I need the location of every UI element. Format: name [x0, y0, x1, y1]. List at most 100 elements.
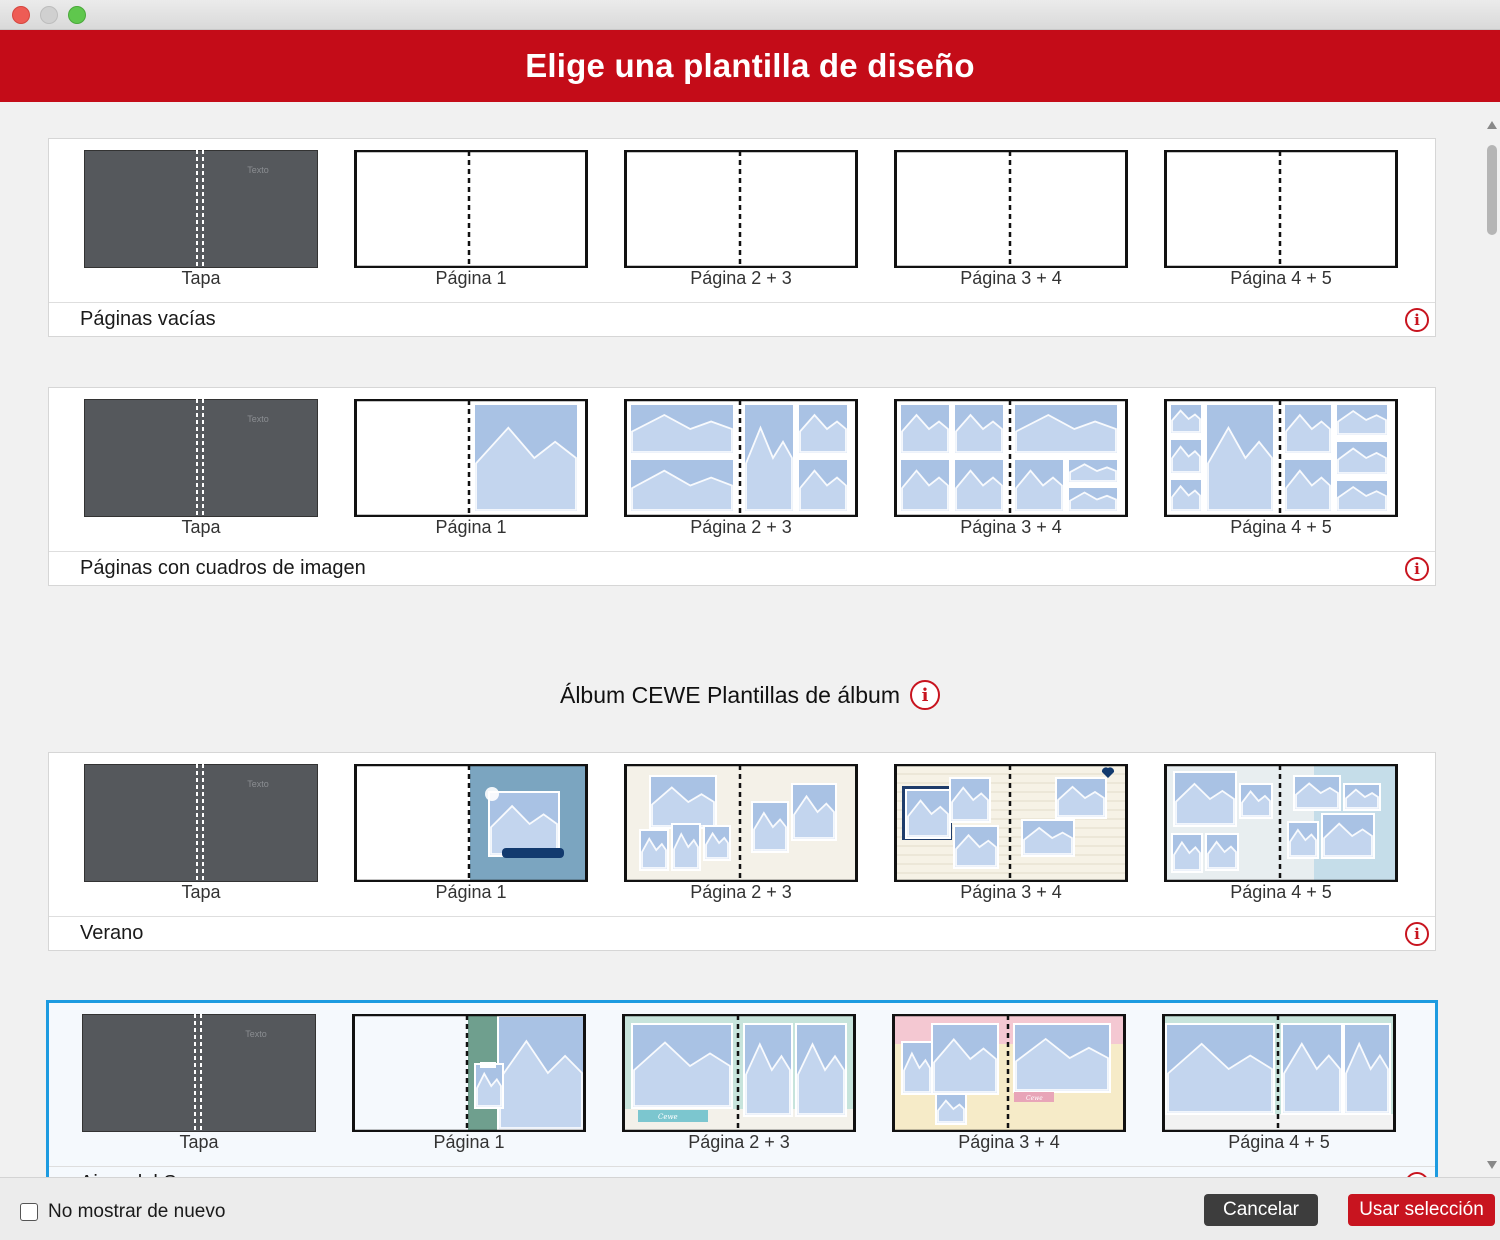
- vertical-scrollbar[interactable]: [1484, 115, 1500, 1175]
- photo-placeholder: [631, 1023, 733, 1109]
- scroll-thumb[interactable]: [1487, 145, 1497, 235]
- page-thumbnail: [624, 399, 858, 517]
- photo-placeholder: [1281, 1023, 1343, 1115]
- photo-placeholder: [1287, 821, 1319, 859]
- minimize-window-button[interactable]: [40, 6, 58, 24]
- photo-placeholder: [1013, 458, 1065, 513]
- photo-placeholder: [1013, 403, 1119, 455]
- info-icon[interactable]: i: [1405, 557, 1429, 581]
- page-thumbnail: [354, 150, 588, 268]
- template-name: Verano: [80, 922, 144, 944]
- scroll-down-arrow-icon[interactable]: [1487, 1161, 1497, 1169]
- page-thumbnail: [1164, 764, 1398, 882]
- dont-show-again-label[interactable]: No mostrar de nuevo: [48, 1201, 225, 1223]
- sticker-text: Cewe: [658, 1113, 678, 1121]
- template-card-footer: Verano i: [49, 916, 1435, 950]
- thumbnail-label: Página 1: [435, 517, 507, 537]
- thumbnail-label: Tapa: [181, 882, 221, 902]
- photo-placeholder: [1205, 833, 1239, 871]
- cover-thumbnail: Texto: [82, 1014, 316, 1132]
- cover-text-placeholder: Texto: [247, 414, 269, 424]
- dialog-title: Elige una plantilla de diseño: [525, 47, 975, 84]
- template-name: Páginas con cuadros de imagen: [80, 557, 366, 579]
- info-icon[interactable]: i: [910, 680, 941, 710]
- thumbnail-label: Tapa: [181, 517, 221, 537]
- photo-placeholder: [953, 403, 1005, 455]
- page-thumbnail: Cewe: [622, 1014, 856, 1132]
- template-card-footer: Páginas con cuadros de imagen i: [49, 551, 1435, 585]
- thumbnail-label: Página 3 + 4: [958, 1132, 1060, 1152]
- photo-placeholder: [497, 1015, 585, 1131]
- photo-placeholder: [1293, 775, 1341, 811]
- photo-placeholder: [1335, 440, 1389, 476]
- page-thumbnail: [894, 150, 1128, 268]
- thumbnail-label: Página 2 + 3: [690, 882, 792, 902]
- photo-placeholder: [473, 403, 579, 513]
- photo-placeholder: [649, 775, 717, 829]
- thumbnail-label: Página 4 + 5: [1230, 517, 1332, 537]
- photo-placeholder: [1283, 458, 1333, 513]
- photo-placeholder: [901, 1041, 933, 1095]
- page-thumbnail: [624, 150, 858, 268]
- photo-placeholder: [1343, 783, 1381, 811]
- template-card-frames[interactable]: Texto Tapa Página 1 Página 2 + 3 Página 3 + …: [48, 387, 1436, 586]
- thumbnail-label: Página 2 + 3: [690, 517, 792, 537]
- photo-placeholder: [1343, 1023, 1391, 1115]
- thumbnail-label: Tapa: [181, 268, 221, 288]
- photo-placeholder: [1021, 819, 1075, 857]
- photo-placeholder: [1283, 403, 1333, 455]
- photo-placeholder: [953, 458, 1005, 513]
- page-thumbnail: [894, 399, 1128, 517]
- sticker-text: Cewe: [1026, 1095, 1043, 1102]
- photo-placeholder: [791, 783, 837, 841]
- thumbnail-label: Página 1: [435, 882, 507, 902]
- photo-placeholder: [1169, 478, 1203, 513]
- thumbnail-label: Página 2 + 3: [690, 268, 792, 288]
- thumbnail-label: Página 2 + 3: [688, 1132, 790, 1152]
- maximize-window-button[interactable]: [68, 6, 86, 24]
- photo-placeholder: [1173, 771, 1237, 827]
- photo-placeholder: [931, 1023, 999, 1095]
- info-icon[interactable]: i: [1405, 308, 1429, 332]
- template-card-aires[interactable]: Texto Tapa Página 1 Cewe Página 2 + 3 Cewe Pág…: [46, 1000, 1438, 1177]
- template-card-footer: Aires del Suri: [49, 1166, 1435, 1177]
- page-thumbnail: [1162, 1014, 1396, 1132]
- template-card-footer: Páginas vacías i: [49, 302, 1435, 336]
- template-thumbnails: Texto Tapa Página 1 Página 2 + 3 Página 3 + …: [49, 753, 1435, 916]
- checkbox-icon[interactable]: [20, 1203, 38, 1221]
- photo-placeholder: [1205, 403, 1275, 513]
- photo-placeholder: [1169, 438, 1203, 475]
- scroll-up-arrow-icon[interactable]: [1487, 121, 1497, 129]
- photo-placeholder: [743, 403, 795, 513]
- template-card-verano[interactable]: Texto Tapa Página 1 Página 2 + 3 Página 3 + …: [48, 752, 1436, 951]
- photo-placeholder: [949, 777, 991, 823]
- thumbnail-label: Página 4 + 5: [1230, 268, 1332, 288]
- thumbnail-label: Página 3 + 4: [960, 517, 1062, 537]
- cancel-button[interactable]: Cancelar: [1204, 1194, 1318, 1226]
- photo-placeholder: [935, 1093, 967, 1125]
- photo-placeholder: [899, 458, 951, 513]
- page-thumbnail: [894, 764, 1128, 882]
- photo-placeholder: [751, 801, 789, 853]
- photo-placeholder: [743, 1023, 793, 1117]
- section-heading-text: Álbum CEWE Plantillas de álbum: [559, 681, 901, 708]
- cover-text-placeholder: Texto: [247, 165, 269, 175]
- photo-placeholder: [629, 403, 735, 455]
- photo-placeholder: [1169, 403, 1203, 435]
- photo-placeholder: [797, 458, 849, 513]
- thumbnail-label: Tapa: [179, 1132, 219, 1152]
- template-card-blank[interactable]: Texto Tapa Página 1 Página 2 + 3 Página 3 + …: [48, 138, 1436, 337]
- photo-placeholder: [671, 823, 701, 871]
- info-icon[interactable]: i: [1405, 922, 1429, 946]
- use-selection-button[interactable]: Usar selección: [1348, 1194, 1495, 1226]
- page-thumbnail: [624, 764, 858, 882]
- photo-placeholder: [1055, 777, 1107, 819]
- cover-text-placeholder: Texto: [245, 1029, 267, 1039]
- close-window-button[interactable]: [12, 6, 30, 24]
- template-thumbnails: Texto Tapa Página 1 Cewe Página 2 + 3 Cewe Pág…: [49, 1003, 1435, 1166]
- photo-placeholder: [1067, 486, 1119, 513]
- dialog-header: Elige una plantilla de diseño: [0, 30, 1500, 102]
- page-thumbnail: [1164, 399, 1398, 517]
- template-name: Páginas vacías: [80, 308, 216, 330]
- photo-placeholder: [474, 1063, 504, 1109]
